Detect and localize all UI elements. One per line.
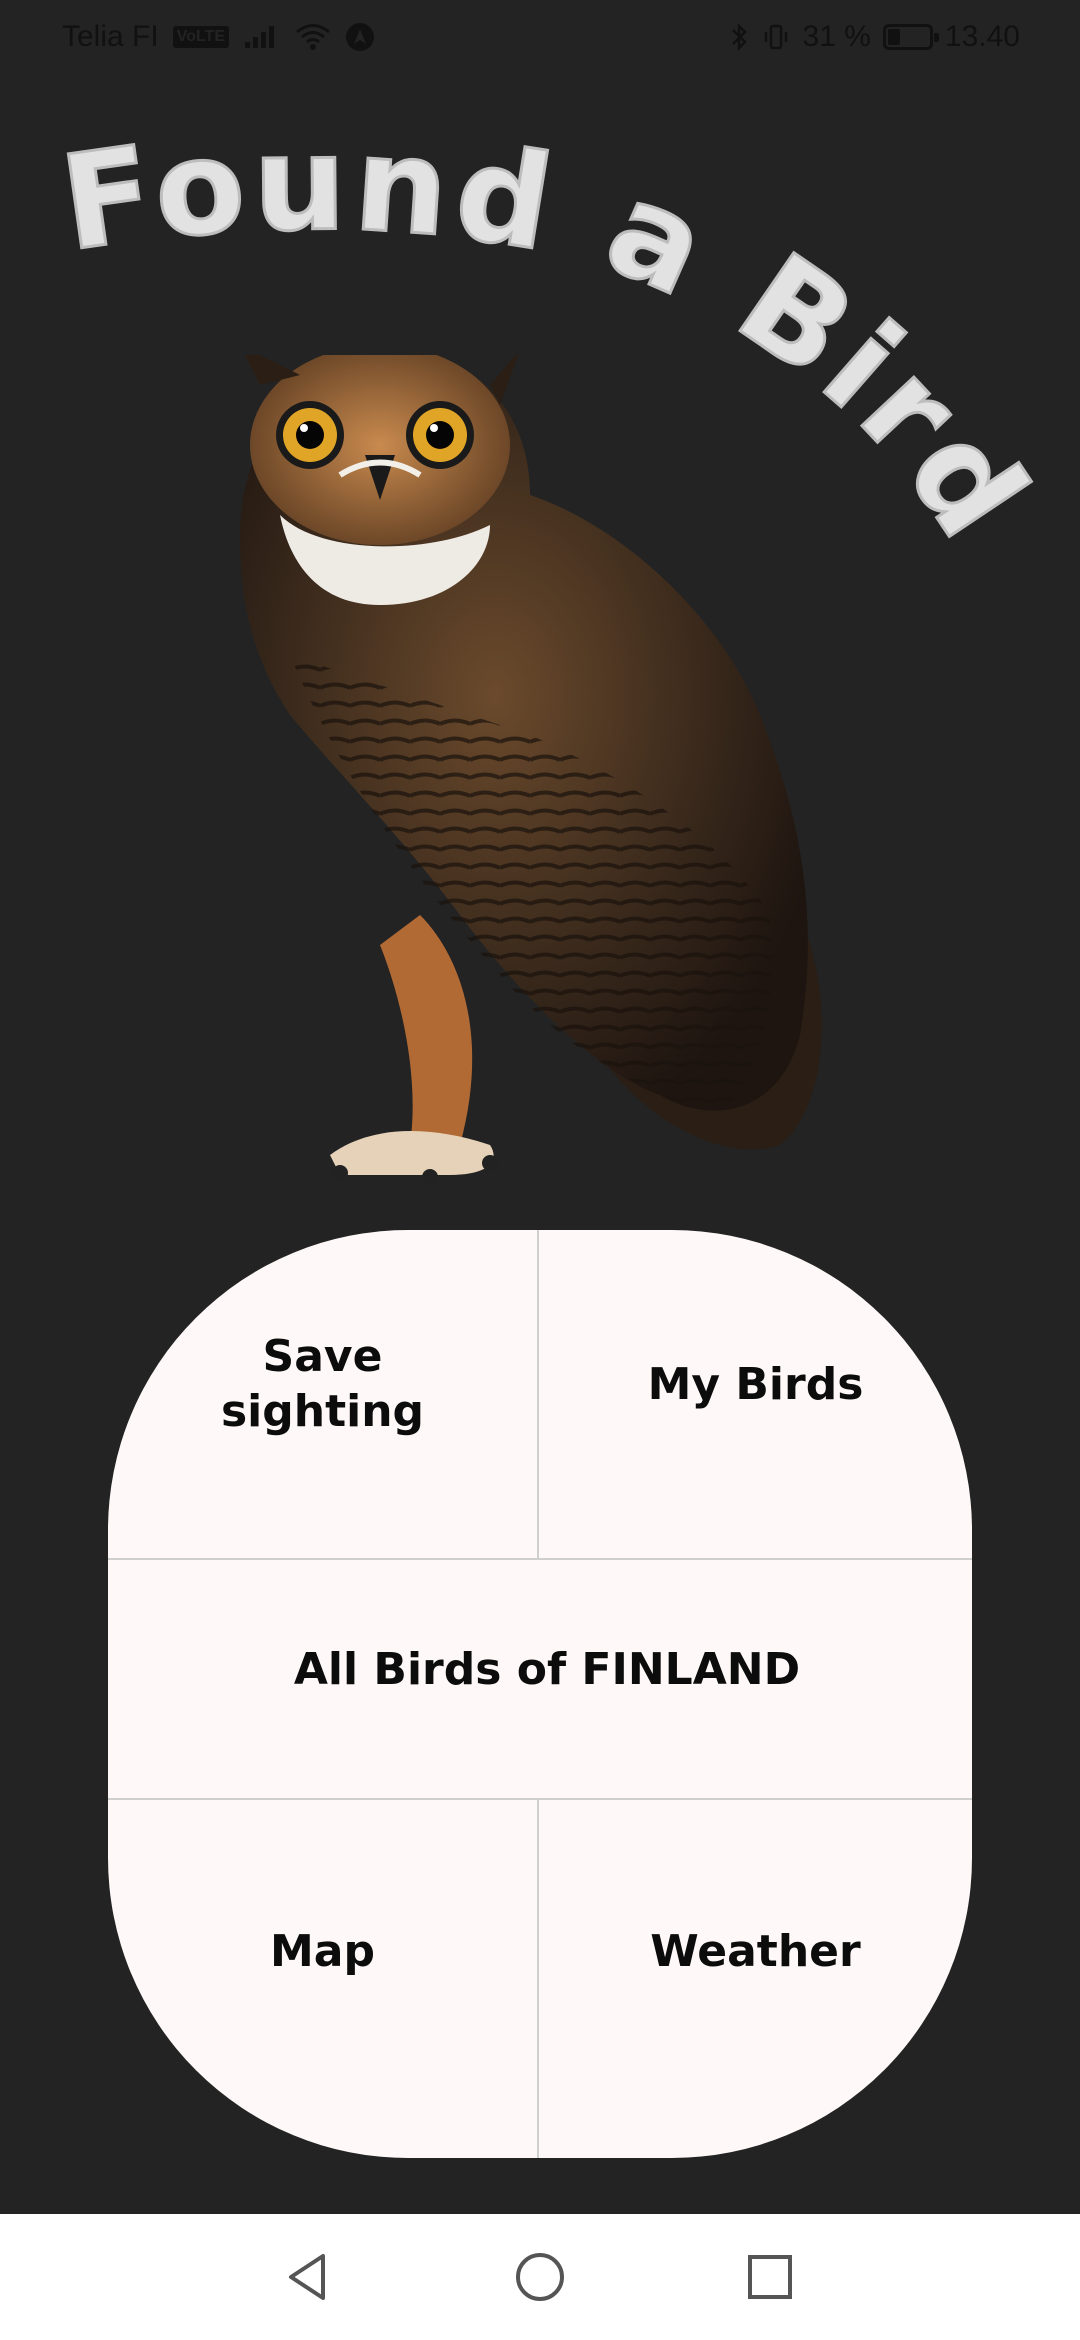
recents-icon[interactable]	[735, 2242, 805, 2312]
all-birds-label: All Birds of FINLAND	[293, 1643, 801, 1695]
main-menu: Save sighting My Birds All Birds of FINL…	[108, 1230, 972, 2158]
my-birds-label: My Birds	[647, 1358, 864, 1410]
back-icon[interactable]	[273, 2242, 343, 2312]
weather-label: Weather	[650, 1925, 861, 1977]
system-nav-bar	[0, 2214, 1080, 2340]
owl-image	[240, 355, 822, 1185]
my-birds-button[interactable]: My Birds	[539, 1230, 972, 1560]
all-birds-button[interactable]: All Birds of FINLAND	[108, 1560, 972, 1800]
save-sighting-button[interactable]: Save sighting	[108, 1230, 539, 1560]
home-icon[interactable]	[505, 2242, 575, 2312]
weather-button[interactable]: Weather	[539, 1800, 972, 2158]
save-sighting-label: Save sighting	[220, 1331, 425, 1437]
map-button[interactable]: Map	[108, 1800, 539, 2158]
map-label: Map	[270, 1925, 375, 1977]
